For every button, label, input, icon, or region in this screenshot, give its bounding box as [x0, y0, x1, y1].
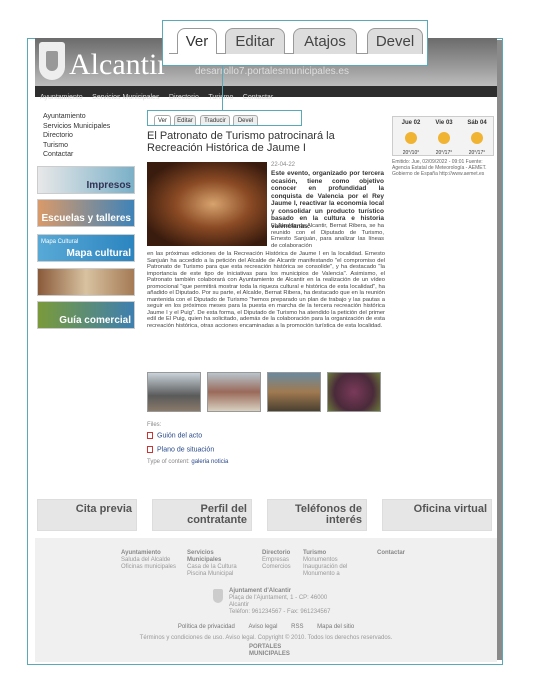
nav-item-servicios[interactable]: Servicios Municipales [92, 92, 159, 103]
nav-item-contactar[interactable]: Contactar [243, 92, 273, 103]
weather-source: Emitido: Jue, 02/09/2022 - 09:01 Fuente:… [392, 159, 487, 177]
tabs-inline: Ver Editar Traducir Devel [147, 110, 302, 126]
banner-oficina-virtual[interactable]: Oficina virtual [382, 499, 492, 531]
coat-of-arms-icon [39, 42, 65, 80]
gallery-thumbnail[interactable] [207, 372, 261, 412]
sidebar-item-servicios[interactable]: Servicios Municipales [43, 122, 110, 132]
banner-cita-previa[interactable]: Cita previa [37, 499, 137, 531]
footer-col-ayuntamiento: Ayuntamiento Saluda del Alcalde Oficinas… [121, 550, 177, 570]
tab-editar-small[interactable]: Editar [174, 115, 196, 125]
site-domain: desarrollo7.portalesmunicipales.es [195, 66, 349, 77]
nav-item-directorio[interactable]: Directorio [169, 92, 199, 103]
pdf-icon [147, 446, 153, 453]
banner-impresos[interactable]: Impresos [37, 166, 135, 194]
gallery-thumbnail[interactable] [327, 372, 381, 412]
callout-line [222, 66, 223, 110]
files-label: Files: [147, 422, 162, 428]
nav-item-turismo[interactable]: Turismo [208, 92, 233, 103]
tab-devel[interactable]: Devel [367, 28, 423, 54]
nav-item-ayuntamiento[interactable]: Ayuntamiento [40, 92, 83, 103]
article-photo [147, 162, 267, 246]
footer-col-contactar: Contactar [377, 550, 406, 556]
copyright: Términos y condiciones de uso. Aviso leg… [139, 635, 393, 641]
footer-col-directorio: Directorio Empresas Comercios [262, 550, 291, 570]
sidebar-item-contactar[interactable]: Contactar [43, 150, 110, 160]
article: El Patronato de Turismo patrocinará la R… [147, 130, 385, 154]
tab-atajos[interactable]: Atajos [293, 28, 357, 54]
tabs-zoom-callout: Ver Editar Atajos Devel [162, 20, 428, 66]
footer-links: Política de privacidad Aviso legal RSS M… [35, 624, 497, 630]
sidebar-item-turismo[interactable]: Turismo [43, 141, 110, 151]
banner-telefonos[interactable]: Teléfonos de interés [267, 499, 367, 531]
tab-devel-small[interactable]: Devel [233, 115, 258, 125]
sidebar-item-directorio[interactable]: Directorio [43, 131, 110, 141]
banner-perfil-contratante[interactable]: Perfil del contratante [152, 499, 252, 531]
footer-col-servicios: Servicios Municipales Casa de la Cultura… [187, 550, 237, 577]
scrollbar[interactable] [497, 40, 502, 660]
weather-widget: Jue 02 20°/10° Vie 03 20°/17° Sáb 04 20°… [392, 116, 494, 156]
footer-col-turismo: Turismo Monumentos Inauguración del Monu… [303, 550, 348, 577]
top-navigation: Ayuntamiento Servicios Municipales Direc… [35, 86, 497, 101]
sun-icon [471, 132, 483, 144]
article-body-intro: El Alcalde de Alcantir, Bernat Ribera, s… [271, 223, 384, 249]
banner-mapa-cultural[interactable]: Mapa Cultural Mapa cultural [37, 234, 135, 262]
coat-of-arms-icon [213, 589, 223, 603]
sitemap-link[interactable]: Mapa del sitio [317, 624, 354, 630]
rss-link[interactable]: RSS [291, 624, 303, 630]
sun-icon [438, 132, 450, 144]
sidebar-item-ayuntamiento[interactable]: Ayuntamiento [43, 112, 110, 122]
legal-link[interactable]: Aviso legal [249, 624, 278, 630]
pdf-icon [147, 432, 153, 439]
sidebar-menu: Ayuntamiento Servicios Municipales Direc… [43, 112, 110, 160]
tab-ver-small[interactable]: Ver [154, 115, 171, 125]
page-content: Alcantir desarrollo7.portalesmunicipales… [35, 38, 497, 662]
article-body: en las próximas ediciones de la Recreaci… [147, 251, 385, 329]
file-link[interactable]: Guión del acto [147, 432, 202, 439]
content-type: Type of content: galeria noticia [147, 459, 229, 465]
article-title: El Patronato de Turismo patrocinará la R… [147, 130, 335, 154]
file-link[interactable]: Plano de situación [147, 446, 214, 453]
privacy-link[interactable]: Política de privacidad [178, 624, 235, 630]
gallery-thumbnail[interactable] [267, 372, 321, 412]
tab-editar[interactable]: Editar [225, 28, 285, 54]
tab-ver[interactable]: Ver [177, 28, 217, 54]
gallery-thumbnail[interactable] [147, 372, 201, 412]
sun-icon [405, 132, 417, 144]
banner-escuelas[interactable]: Escuelas y talleres [37, 199, 135, 227]
site-logo[interactable]: Alcantir [69, 48, 167, 82]
footer-address: Ajuntament d'Alcantir Plaça de l'Ajuntam… [229, 588, 331, 615]
tab-traducir-small[interactable]: Traducir [200, 115, 230, 125]
banner-photos[interactable] [37, 268, 135, 296]
article-lead: Este evento, organizado por tercera ocas… [271, 170, 384, 230]
article-date: 22-04-22 [271, 162, 296, 168]
banner-guia-comercial[interactable]: Guía comercial [37, 301, 135, 329]
portales-logo[interactable]: PORTALES MUNICIPALES [249, 644, 290, 658]
